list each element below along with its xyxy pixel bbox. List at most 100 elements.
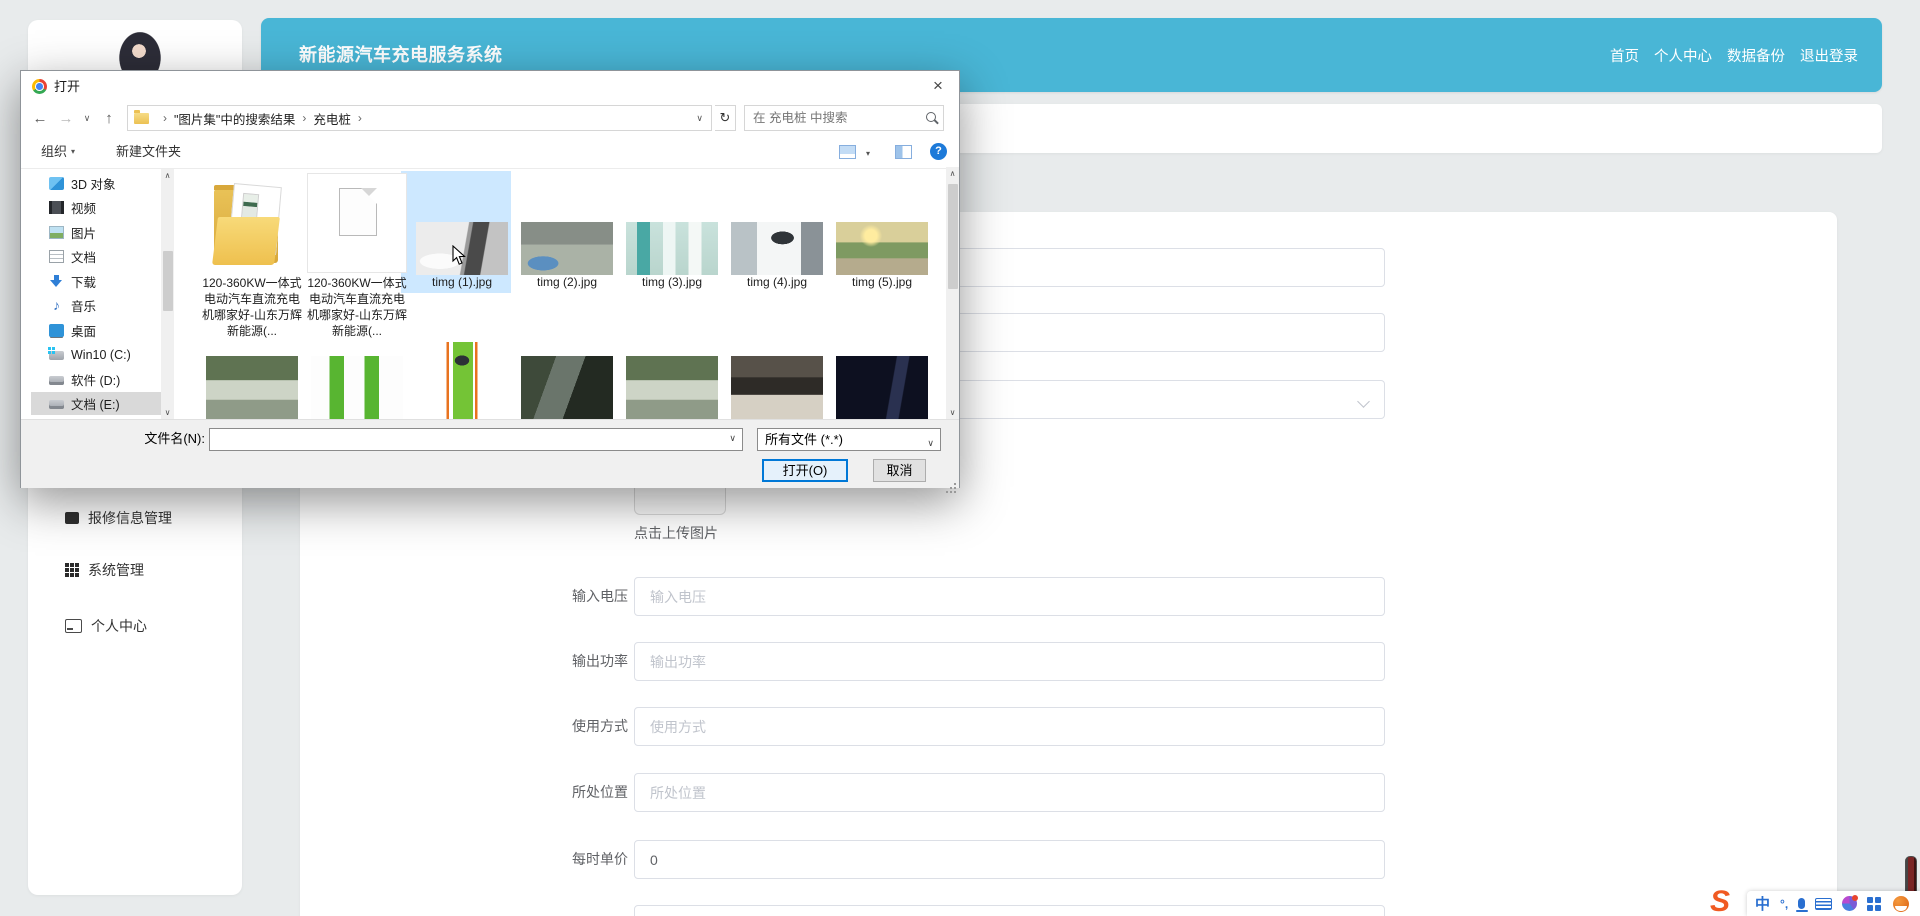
scrollbar-thumb[interactable] [948, 184, 958, 289]
ime-menu-grid-icon[interactable] [1867, 897, 1873, 903]
tree-item-drive-d[interactable]: 软件 (D:) [31, 368, 161, 391]
hourly-price-field[interactable] [635, 841, 1384, 878]
usage-mode-field[interactable] [635, 708, 1384, 745]
back-icon[interactable]: ← [29, 102, 51, 136]
filename-input[interactable] [210, 429, 722, 450]
filename-label: 文件名(N): [143, 428, 205, 450]
nav-logout[interactable]: 退出登录 [1800, 45, 1858, 66]
picture-icon [49, 226, 64, 239]
file-name: timg (4).jpg [723, 275, 831, 289]
drive-icon [49, 376, 64, 385]
nav-home[interactable]: 首页 [1610, 45, 1639, 66]
close-icon[interactable]: × [925, 71, 951, 102]
sidebar-item-personal-center[interactable]: 个人中心 [65, 614, 235, 638]
chevron-down-icon[interactable]: ∨ [729, 433, 736, 444]
preview-pane-icon[interactable] [895, 145, 912, 159]
form-input-partial-bottom[interactable] [634, 905, 1385, 916]
card-icon [65, 619, 82, 633]
form-label-output-power: 输出功率 [540, 642, 628, 681]
output-power-field[interactable] [635, 643, 1384, 680]
chevron-down-icon: ∨ [927, 433, 934, 454]
refresh-icon[interactable]: ↻ [715, 105, 736, 131]
new-folder-button[interactable]: 新建文件夹 [116, 136, 181, 168]
tree-item-documents[interactable]: 文档 [31, 245, 161, 268]
organize-button[interactable]: 组织▾ [41, 136, 75, 168]
tree-item-downloads[interactable]: 下载 [31, 270, 161, 293]
breadcrumb-charging-pile[interactable]: 充电桩 [313, 109, 351, 128]
file-item-row2-4[interactable] [521, 356, 613, 419]
chevron-down-icon [1357, 395, 1370, 408]
up-icon[interactable]: ↑ [97, 102, 121, 136]
caret-down-icon: ▾ [71, 147, 75, 156]
tree-item-drive-e[interactable]: 文档 (E:) [31, 392, 161, 415]
breadcrumb-search-results[interactable]: "图片集"中的搜索结果 [174, 109, 295, 128]
scroll-up-icon[interactable]: ∧ [946, 167, 959, 180]
ime-punctuation-toggle[interactable]: °, [1780, 897, 1788, 911]
scrollbar-thumb[interactable] [163, 251, 173, 311]
view-mode-icon[interactable] [839, 145, 856, 159]
sogou-logo-icon[interactable]: S [1710, 885, 1730, 916]
search-box [744, 105, 944, 131]
scroll-down-icon[interactable]: ∨ [946, 406, 959, 419]
file-item-row2-5[interactable] [626, 356, 718, 419]
sidebar-item-system-mgmt[interactable]: 系统管理 [65, 558, 235, 582]
nav-data-backup[interactable]: 数据备份 [1727, 45, 1785, 66]
tree-item-videos[interactable]: 视频 [31, 196, 161, 219]
microphone-icon[interactable] [1798, 898, 1805, 909]
help-icon[interactable]: ? [930, 143, 947, 160]
search-input[interactable] [745, 106, 923, 130]
file-item-row2-7[interactable] [836, 356, 928, 419]
location-field[interactable] [635, 774, 1384, 811]
dialog-titlebar[interactable]: 打开 × [21, 71, 959, 102]
keyboard-icon[interactable] [1815, 898, 1832, 910]
skin-palette-icon[interactable] [1842, 896, 1857, 911]
tree-item-pictures[interactable]: 图片 [31, 221, 161, 244]
cancel-button[interactable]: 取消 [873, 459, 926, 482]
nav-personal-center[interactable]: 个人中心 [1654, 45, 1712, 66]
ime-language-toggle[interactable]: 中 [1755, 893, 1770, 914]
file-item-row2-2[interactable] [311, 356, 403, 419]
header-nav: 首页 个人中心 数据备份 退出登录 [1610, 18, 1858, 92]
dialog-command-bar: 组织▾ 新建文件夹 ▾ ? [21, 136, 959, 169]
film-icon [49, 201, 64, 214]
fox-emoji-icon[interactable] [1893, 896, 1909, 912]
dialog-navrow: ← → ∨ ↑ › "图片集"中的搜索结果 › 充电桩 › ∨ ↻ [21, 102, 959, 136]
tree-scrollbar[interactable]: ∧ ∨ [161, 169, 174, 419]
mouse-cursor [452, 245, 467, 266]
forward-icon[interactable]: → [55, 102, 77, 136]
sidebar-item-label: 报修信息管理 [88, 508, 172, 528]
file-item-row2-6[interactable] [731, 356, 823, 419]
upload-hint-text[interactable]: 点击上传图片 [634, 523, 718, 543]
file-item-row2-1[interactable] [206, 356, 298, 419]
open-button[interactable]: 打开(O) [762, 459, 848, 482]
resize-grip[interactable] [954, 483, 956, 485]
file-name: timg (1).jpg [408, 275, 516, 289]
view-mode-caret-icon[interactable]: ▾ [866, 138, 870, 170]
address-dropdown-icon[interactable]: ∨ [696, 113, 703, 124]
tree-item-desktop[interactable]: 桌面 [31, 319, 161, 342]
sidebar-item-repair-info[interactable]: 报修信息管理 [65, 506, 235, 530]
document-icon [49, 250, 64, 263]
tree-item-3d-objects[interactable]: 3D 对象 [31, 172, 161, 195]
file-type-filter[interactable]: 所有文件 (*.*) ∨ [757, 428, 941, 451]
input-voltage-field[interactable] [635, 578, 1384, 615]
history-dropdown-icon[interactable]: ∨ [79, 102, 95, 136]
open-file-dialog: 打开 × ← → ∨ ↑ › "图片集"中的搜索结果 › 充电桩 › ∨ ↻ [20, 70, 960, 488]
file-list: 120-360KW一体式电动汽车直流充电机哪家好-山东万辉新能源(... 120… [176, 167, 946, 419]
tree-item-drive-c[interactable]: Win10 (C:) [31, 343, 161, 366]
scroll-down-icon[interactable]: ∨ [161, 406, 174, 419]
sidebar-item-label: 个人中心 [91, 616, 147, 636]
address-bar[interactable]: › "图片集"中的搜索结果 › 充电桩 › ∨ [127, 105, 712, 131]
tree-item-music[interactable]: ♪音乐 [31, 294, 161, 317]
file-name: timg (2).jpg [513, 275, 621, 289]
file-name: 120-360KW一体式电动汽车直流充电机哪家好-山东万辉新能源(... [200, 275, 304, 339]
image-thumbnail [731, 222, 823, 275]
sidebar-item-label: 系统管理 [88, 560, 144, 580]
scroll-up-icon[interactable]: ∧ [161, 169, 174, 182]
file-item-row2-3[interactable] [416, 342, 508, 419]
download-arrow-icon [49, 275, 64, 288]
dialog-footer: 文件名(N): ∨ 所有文件 (*.*) ∨ 打开(O) 取消 [21, 419, 959, 488]
drive-icon [49, 400, 64, 409]
file-name: timg (3).jpg [618, 275, 726, 289]
filelist-scrollbar[interactable]: ∧ ∨ [946, 167, 959, 419]
